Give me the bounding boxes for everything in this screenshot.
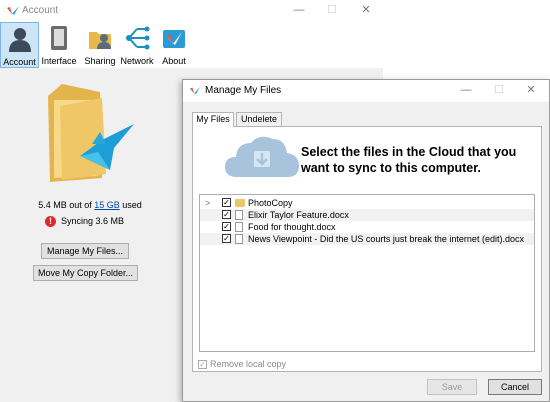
tree-row[interactable]: ✓ News Viewpoint - Did the US courts jus…	[200, 233, 534, 245]
toolbar-account[interactable]: Account	[0, 22, 39, 68]
move-copy-folder-button[interactable]: Move My Copy Folder...	[33, 265, 138, 281]
tree-row[interactable]: > ✓ PhotoCopy	[200, 197, 534, 209]
close-button[interactable]: ✕	[354, 2, 378, 18]
storage-usage: 5.4 MB out of 15 GB used	[0, 200, 180, 210]
expand-arrow-icon[interactable]: >	[205, 197, 210, 209]
dialog-titlebar: Manage My Files — ☐ ✕	[183, 80, 549, 102]
tree-item-name: Food for thought.docx	[248, 222, 336, 232]
dialog-title: Manage My Files	[205, 85, 282, 96]
remove-local-copy-label: Remove local copy	[210, 359, 287, 369]
toolbar-interface-label: Interface	[41, 56, 77, 66]
document-icon	[235, 210, 243, 220]
maximize-button[interactable]: ☐	[320, 2, 344, 18]
copy-folder-icon	[48, 84, 134, 182]
sync-instructions: Select the files in the Cloud that you w…	[301, 145, 517, 175]
interface-icon	[51, 26, 67, 50]
manage-my-files-button[interactable]: Manage My Files...	[41, 243, 129, 259]
dialog-maximize-button[interactable]: ☐	[487, 82, 511, 98]
dialog-close-button[interactable]: ✕	[519, 82, 543, 98]
toolbar-network[interactable]: Network	[119, 22, 155, 68]
about-icon	[163, 30, 185, 48]
save-button[interactable]: Save	[427, 379, 477, 395]
remove-local-copy-option: ✓ Remove local copy	[198, 359, 287, 370]
folder-icon	[235, 199, 245, 207]
tab-my-files[interactable]: My Files	[192, 112, 234, 127]
settings-toolbar: Account Interface Sharing Network About	[0, 22, 383, 68]
minimize-button[interactable]: —	[287, 2, 311, 18]
cloud-file-tree[interactable]: > ✓ PhotoCopy ✓ Elixir Taylor Feature.do…	[199, 194, 535, 352]
row-checkbox[interactable]: ✓	[222, 234, 231, 243]
window-title: Account	[22, 5, 59, 16]
sharing-icon	[89, 32, 111, 49]
toolbar-interface[interactable]: Interface	[40, 22, 78, 68]
copy-logo-icon	[7, 6, 19, 15]
remove-local-copy-checkbox[interactable]: ✓	[198, 360, 207, 370]
dialog-minimize-button[interactable]: —	[454, 82, 478, 98]
account-icon	[8, 28, 31, 52]
error-icon: !	[45, 216, 56, 228]
cancel-button[interactable]: Cancel	[488, 379, 542, 395]
row-checkbox[interactable]: ✓	[222, 198, 231, 207]
sync-status: ! Syncing 3.6 MB	[45, 216, 124, 230]
row-checkbox[interactable]: ✓	[222, 210, 231, 219]
toolbar-about[interactable]: About	[157, 22, 191, 68]
toolbar-sharing[interactable]: Sharing	[82, 22, 118, 68]
document-icon	[235, 234, 243, 244]
row-checkbox[interactable]: ✓	[222, 222, 231, 231]
network-icon	[126, 26, 150, 50]
toolbar-sharing-label: Sharing	[84, 56, 116, 66]
cloud-download-icon	[225, 136, 299, 177]
my-files-panel: Select the files in the Cloud that you w…	[192, 126, 542, 372]
tree-item-name: Elixir Taylor Feature.docx	[248, 210, 349, 220]
copy-logo-icon	[190, 86, 200, 95]
sync-status-text: Syncing 3.6 MB	[61, 216, 125, 226]
account-titlebar: Account — ☐ ✕	[0, 0, 383, 22]
manage-files-dialog: Manage My Files — ☐ ✕ My Files Undelete …	[182, 79, 550, 402]
toolbar-network-label: Network	[120, 56, 154, 66]
toolbar-account-label: Account	[3, 57, 36, 67]
tree-row[interactable]: ✓ Elixir Taylor Feature.docx	[200, 209, 534, 221]
tree-item-name: PhotoCopy	[248, 198, 293, 208]
usage-prefix: 5.4 MB out of	[38, 200, 95, 210]
tab-undelete[interactable]: Undelete	[236, 112, 282, 126]
toolbar-about-label: About	[162, 56, 186, 66]
document-icon	[235, 222, 243, 232]
quota-link[interactable]: 15 GB	[94, 200, 120, 210]
usage-suffix: used	[119, 200, 142, 210]
tree-row[interactable]: ✓ Food for thought.docx	[200, 221, 534, 233]
tree-item-name: News Viewpoint - Did the US courts just …	[248, 234, 524, 244]
